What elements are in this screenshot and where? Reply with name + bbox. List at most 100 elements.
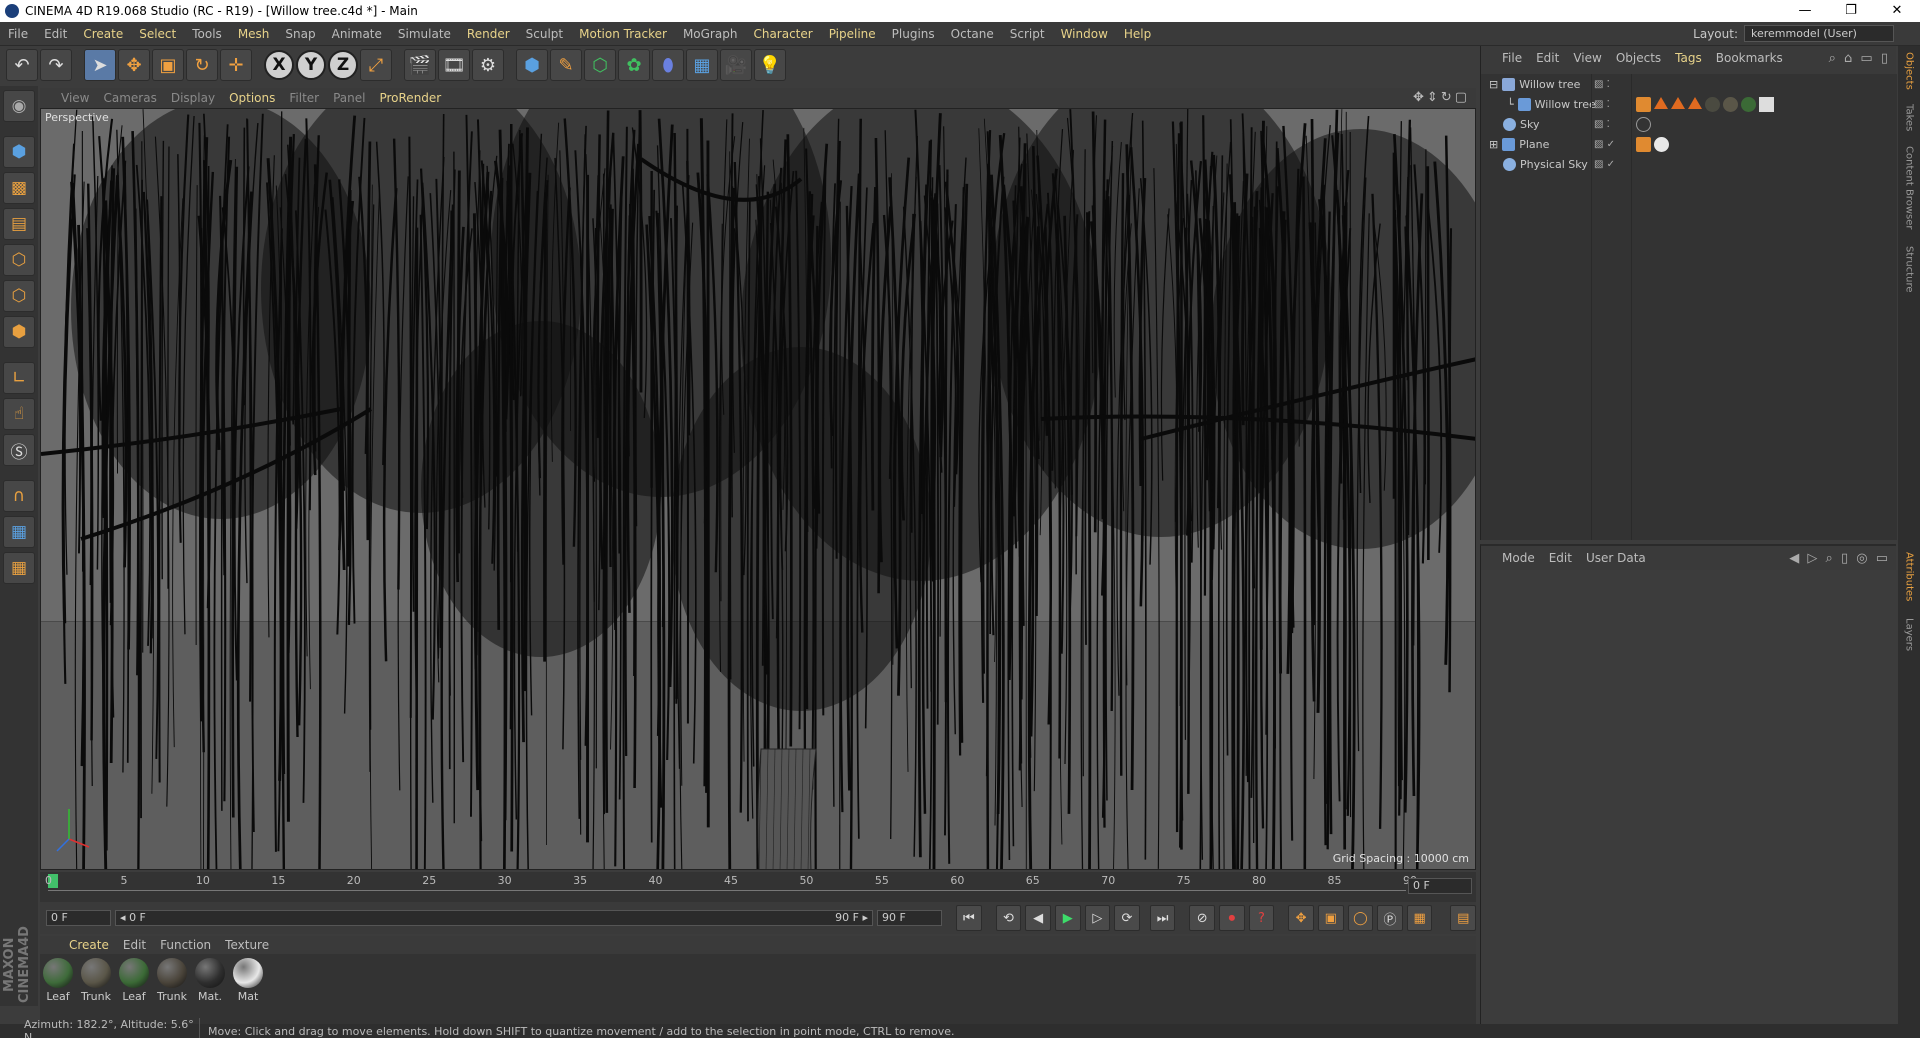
pen-spline-icon[interactable]: ✎: [550, 49, 582, 81]
menu-sculpt[interactable]: Sculpt: [518, 27, 571, 41]
am-menu-user-data[interactable]: User Data: [1579, 551, 1653, 565]
material-swatch[interactable]: Leaf: [42, 958, 74, 1026]
collapse-icon[interactable]: ⊟: [1489, 78, 1498, 91]
object-row-plane[interactable]: ⊞ Plane ▨ ✓: [1481, 134, 1897, 154]
start-frame-field[interactable]: 0 F: [46, 910, 112, 926]
viewport-menu-display[interactable]: Display: [164, 91, 222, 105]
viewport-nav-icons[interactable]: ✥⇕↻▢: [1413, 90, 1470, 105]
make-editable-icon[interactable]: ◉: [3, 90, 35, 122]
cloner-icon[interactable]: ✿: [618, 49, 650, 81]
close-button[interactable]: ✕: [1874, 0, 1920, 22]
selection-tag-icon[interactable]: [1671, 96, 1685, 109]
layout-select[interactable]: keremmodel (User): [1744, 25, 1894, 42]
visibility-toggle[interactable]: ▨ ⁚: [1594, 99, 1610, 110]
material-menu-texture[interactable]: Texture: [218, 938, 276, 952]
tab-content-browser[interactable]: Content Browser: [1900, 146, 1918, 242]
om-search-home-icons[interactable]: ⌕ ⌂ ▭ ▯: [1829, 51, 1890, 66]
move-tool-icon[interactable]: ✥: [118, 49, 150, 81]
rotate-tool-icon[interactable]: ↻: [186, 49, 218, 81]
om-menu-view[interactable]: View: [1566, 51, 1608, 65]
menu-file[interactable]: File: [0, 27, 36, 41]
object-row-willow-tree-mesh[interactable]: └ Willow tree ▨ ⁚: [1481, 94, 1897, 114]
viewport-menu-panel[interactable]: Panel: [326, 91, 372, 105]
menu-script[interactable]: Script: [1002, 27, 1053, 41]
viewport-menu-cameras[interactable]: Cameras: [96, 91, 163, 105]
edges-mode-icon[interactable]: ⬡: [3, 280, 35, 312]
autokey-icon[interactable]: ?: [1248, 905, 1275, 931]
workplane-mode-icon[interactable]: ▤: [3, 208, 35, 240]
am-menu-edit[interactable]: Edit: [1542, 551, 1579, 565]
x-axis-lock-icon[interactable]: X: [264, 50, 294, 80]
expand-icon[interactable]: ⊞: [1489, 138, 1498, 151]
material-tag-icon[interactable]: [1705, 96, 1720, 112]
viewport-menu-options[interactable]: Options: [222, 91, 282, 105]
om-menu-tags[interactable]: Tags: [1668, 51, 1709, 65]
key-pla-icon[interactable]: ▦: [1406, 905, 1433, 931]
live-selection-icon[interactable]: ➤: [84, 49, 116, 81]
visibility-toggle[interactable]: ▨ ✓: [1594, 139, 1615, 150]
material-swatch[interactable]: Mat.: [194, 958, 226, 1026]
object-row-physical-sky[interactable]: Physical Sky ▨ ✓: [1481, 154, 1897, 174]
am-menu-mode[interactable]: Mode: [1495, 551, 1542, 565]
scale-tool-icon[interactable]: ▣: [152, 49, 184, 81]
material-menu-edit[interactable]: Edit: [116, 938, 153, 952]
menu-snap[interactable]: Snap: [277, 27, 323, 41]
timeline-ruler[interactable]: 051015202530354045505560657075808590 0 F: [40, 872, 1476, 902]
key-position-icon[interactable]: ✥: [1288, 905, 1314, 931]
model-mode-icon[interactable]: ⬢: [3, 136, 35, 168]
play-forward-icon[interactable]: ▶: [1054, 905, 1081, 931]
viewport-menu-prorender[interactable]: ProRender: [372, 91, 448, 105]
snap-icon[interactable]: ∩: [3, 480, 35, 512]
key-rotation-icon[interactable]: ◯: [1347, 905, 1374, 931]
material-swatch[interactable]: Trunk: [156, 958, 188, 1026]
recent-tools-icon[interactable]: ✛: [220, 49, 252, 81]
material-menu-function[interactable]: Function: [153, 938, 218, 952]
current-frame-field[interactable]: 0 F: [1408, 878, 1472, 894]
material-menu-create[interactable]: Create: [62, 938, 116, 952]
tweak-mode-icon[interactable]: ☝: [3, 398, 35, 430]
material-tag-icon[interactable]: [1636, 116, 1651, 132]
material-swatch[interactable]: Mat: [232, 958, 264, 1026]
material-tag-icon[interactable]: [1741, 96, 1756, 112]
maximize-button[interactable]: ❐: [1828, 0, 1874, 22]
menu-motion-tracker[interactable]: Motion Tracker: [571, 27, 675, 41]
deformer-icon[interactable]: ⬮: [652, 49, 684, 81]
om-menu-objects[interactable]: Objects: [1609, 51, 1668, 65]
key-scale-icon[interactable]: ▣: [1317, 905, 1344, 931]
menu-animate[interactable]: Animate: [324, 27, 390, 41]
minimize-button[interactable]: —: [1782, 0, 1828, 22]
cube-object-icon[interactable]: ⬢: [516, 49, 548, 81]
redo-icon[interactable]: ↷: [40, 49, 72, 81]
menu-mograph[interactable]: MoGraph: [675, 27, 746, 41]
prev-frame-icon[interactable]: ◀: [1025, 905, 1051, 931]
menu-edit[interactable]: Edit: [36, 27, 75, 41]
menu-select[interactable]: Select: [131, 27, 184, 41]
subdivision-surface-icon[interactable]: ⬡: [584, 49, 616, 81]
prev-key-icon[interactable]: ⟲: [995, 905, 1022, 931]
render-settings-icon[interactable]: ⚙: [472, 49, 504, 81]
menu-help[interactable]: Help: [1116, 27, 1159, 41]
menu-plugins[interactable]: Plugins: [884, 27, 943, 41]
tab-attributes[interactable]: Attributes: [1900, 552, 1918, 614]
render-view-icon[interactable]: 🎬: [404, 49, 436, 81]
visibility-toggle[interactable]: ▨ ✓: [1594, 159, 1615, 170]
tab-structure[interactable]: Structure: [1900, 246, 1918, 304]
z-axis-lock-icon[interactable]: Z: [328, 50, 358, 80]
texture-mode-icon[interactable]: ▩: [3, 172, 35, 204]
key-parameter-icon[interactable]: Ⓟ: [1377, 905, 1403, 931]
workplane-lock-icon[interactable]: ▦: [3, 516, 35, 548]
timeline-window-icon[interactable]: ▤: [1450, 905, 1477, 931]
visibility-toggle[interactable]: ▨ ⁚: [1594, 119, 1610, 130]
viewport-menu-filter[interactable]: Filter: [282, 91, 326, 105]
om-menu-edit[interactable]: Edit: [1529, 51, 1566, 65]
record-disabled-icon[interactable]: ⊘: [1189, 905, 1216, 931]
preview-range-slider[interactable]: ◂ 0 F 90 F ▸: [115, 910, 874, 926]
next-key-icon[interactable]: ⟳: [1114, 905, 1140, 931]
go-to-start-icon[interactable]: ⏮: [956, 905, 982, 931]
menu-simulate[interactable]: Simulate: [390, 27, 459, 41]
next-frame-icon[interactable]: ▷: [1084, 905, 1111, 931]
menu-tools[interactable]: Tools: [184, 27, 230, 41]
selection-tag-icon[interactable]: [1688, 96, 1702, 109]
visibility-toggle[interactable]: ▨ ⁚: [1594, 79, 1610, 90]
record-active-icon[interactable]: ⏺: [1219, 905, 1245, 931]
